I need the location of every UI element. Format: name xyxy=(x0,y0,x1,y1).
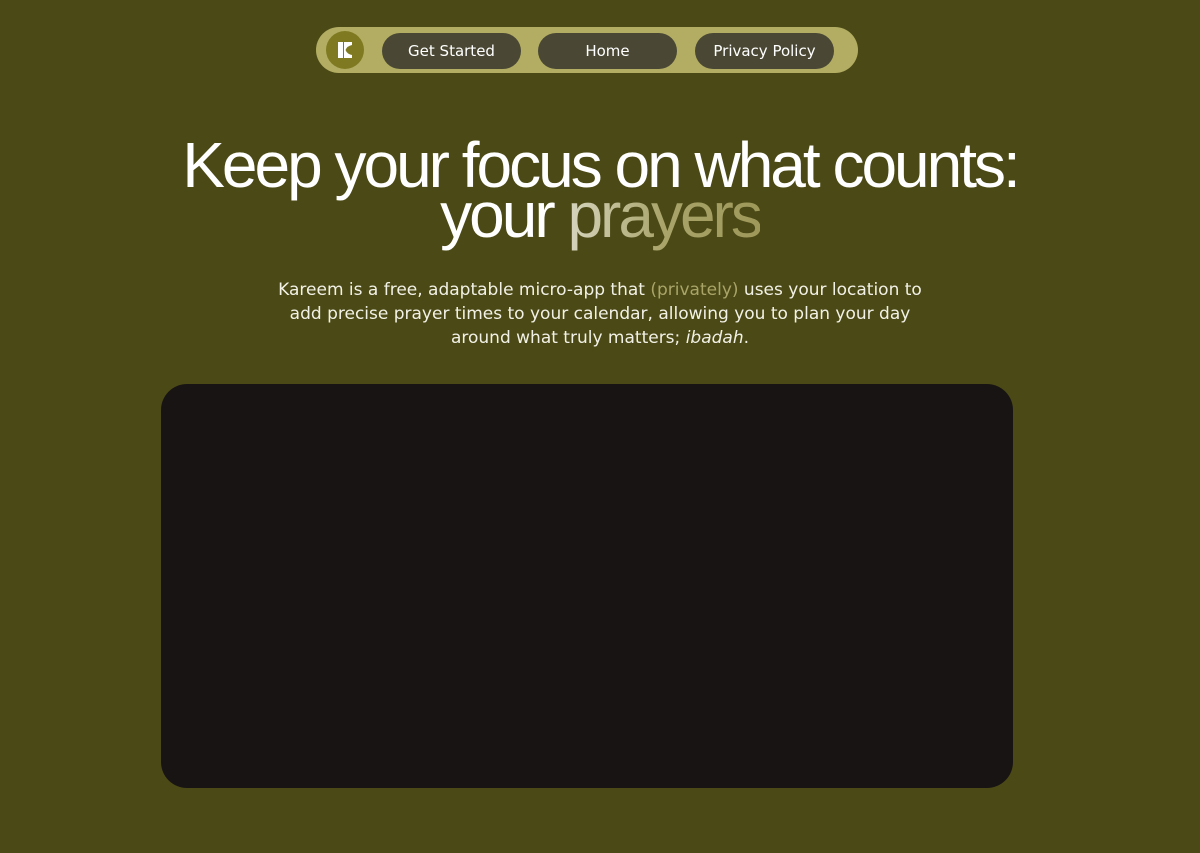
get-started-button[interactable]: Get Started xyxy=(382,33,521,69)
subtitle-text-1: Kareem is a free, adaptable micro-app th… xyxy=(278,280,651,300)
headline-line-2: your prayers xyxy=(0,183,1200,247)
headline-plain-text: your xyxy=(440,179,568,251)
media-panel[interactable] xyxy=(161,384,1013,788)
subtitle-ibadah-text: ibadah xyxy=(685,328,744,348)
hero-subtitle: Kareem is a free, adaptable micro-app th… xyxy=(270,278,930,350)
headline-accent-text: prayers xyxy=(567,179,762,251)
hero-headline: Keep your focus on what counts: your pra… xyxy=(0,133,1200,247)
subtitle-privately-text: (privately) xyxy=(650,280,739,300)
logo-k-glyph xyxy=(338,42,352,58)
privacy-policy-button[interactable]: Privacy Policy xyxy=(695,33,834,69)
home-button[interactable]: Home xyxy=(538,33,677,69)
kareem-logo-icon[interactable] xyxy=(326,31,364,69)
top-nav: Get Started Home Privacy Policy xyxy=(316,27,858,73)
subtitle-period: . xyxy=(743,328,750,348)
